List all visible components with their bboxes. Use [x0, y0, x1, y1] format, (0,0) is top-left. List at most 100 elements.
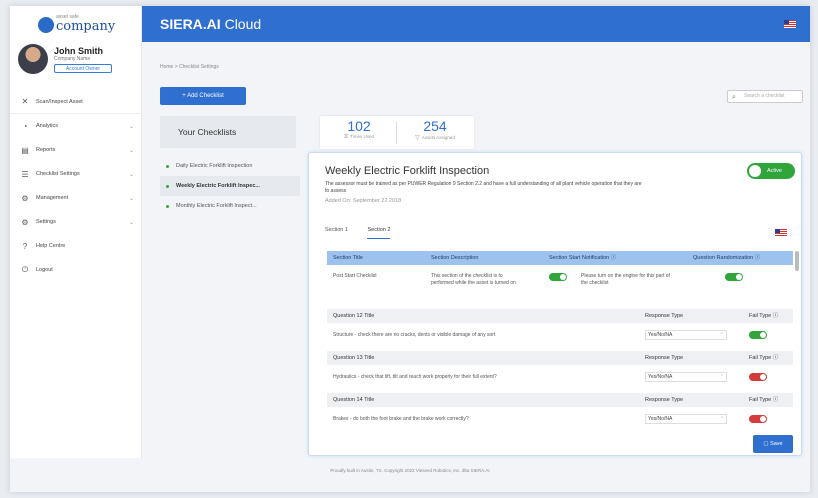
list-item[interactable]: Weekly Electric Forklift Inspec...: [160, 176, 300, 196]
chevron-icon: ⌃: [719, 332, 724, 338]
search-placeholder: Search a checklist: [744, 93, 785, 99]
account-owner-button[interactable]: Account Owner: [54, 64, 112, 73]
top-header: SIERA.AI Cloud: [142, 6, 810, 42]
checklist-description: The assessor must be trained as per PUWE…: [325, 181, 642, 194]
fail-type-toggle[interactable]: [749, 331, 767, 339]
table-row: Hydraulics - check that lift, tilt and r…: [327, 367, 793, 387]
section-title: Post Start Checklist: [333, 273, 377, 279]
gear-icon: ⚙: [21, 217, 29, 227]
company-logo: asset safe company: [38, 14, 118, 36]
tab-section-1[interactable]: Section 1: [325, 227, 348, 238]
column-header: Response Type: [645, 313, 684, 319]
stat-value: 254: [423, 118, 447, 134]
column-header: Section Description: [431, 255, 479, 261]
question-title: Question 12 Title: [333, 313, 375, 319]
section-description: This section of the checklist is to perf…: [431, 273, 516, 286]
question-header: Question 14 Title Response Type Fail Typ…: [327, 393, 793, 407]
chevron-down-icon: ⌄: [128, 195, 134, 202]
sidebar-item-label: Scan/Inspect Asset: [36, 98, 83, 105]
user-profile: John Smith Company Name Account Owner: [18, 44, 138, 84]
question-header: Question 12 Title Response Type Fail Typ…: [327, 309, 793, 323]
scrollbar[interactable]: [795, 251, 799, 271]
toggle-knob: [749, 165, 761, 177]
sidebar-item-checklist-settings[interactable]: ☰ Checklist Settings ⌄: [10, 162, 142, 186]
checklist-icon: ☰: [21, 169, 29, 179]
column-header: Fail Type ⓘ: [749, 313, 779, 319]
checklist-list: Daily Electric Forklift Inspection Weekl…: [160, 156, 300, 216]
table-row: Brakes - do both the foot brake and the …: [327, 409, 793, 429]
logout-icon: ⏻: [21, 265, 29, 274]
fail-type-toggle[interactable]: [749, 373, 767, 381]
column-header: Section Title: [333, 255, 363, 261]
user-company: Company Name: [54, 56, 91, 62]
response-type-select[interactable]: Yes/No/NA ⌃: [645, 330, 727, 340]
help-icon: ?: [22, 241, 28, 251]
divider: [396, 122, 397, 144]
question-header: Question 13 Title Response Type Fail Typ…: [327, 351, 793, 365]
chevron-icon: ⌃: [719, 374, 724, 380]
sidebar-nav: ✕ Scan/Inspect Asset ◔ Analytics ⌄ ▤ Reports…: [10, 90, 142, 282]
section-table-header: Section Title Section Description Sectio…: [327, 251, 793, 265]
active-toggle[interactable]: Active: [747, 163, 795, 179]
fail-type-toggle[interactable]: [749, 415, 767, 423]
reports-icon: ▤: [21, 145, 29, 155]
stat-value: 102: [347, 118, 371, 134]
notification-toggle[interactable]: [549, 273, 567, 281]
response-type-select[interactable]: Yes/No/NA ⌃: [645, 414, 727, 424]
us-flag-icon[interactable]: [784, 20, 796, 28]
checklist-title: Weekly Electric Forklift Inspection: [325, 165, 490, 177]
stats-panel: 102 ⧖ Times Used 254 ▽ Assets Assigned: [320, 116, 474, 149]
stat-label: Assets Assigned: [421, 135, 455, 140]
logo-mark-icon: [38, 17, 54, 33]
status-dot-icon: [166, 164, 169, 168]
stat-assets-assigned: 254 ▽ Assets Assigned: [400, 118, 470, 141]
question-text: Hydraulics - check that lift, tilt and r…: [333, 374, 497, 380]
chevron-down-icon: ⌄: [128, 219, 134, 226]
filter-icon: ▽: [415, 135, 420, 141]
chevron-down-icon: ⌄: [128, 171, 134, 178]
randomization-toggle[interactable]: [725, 273, 743, 281]
section-row: Post Start Checklist This section of the…: [327, 265, 793, 301]
sidebar-item-settings[interactable]: ⚙ Settings ⌄: [10, 210, 142, 234]
hourglass-icon: ⧖: [343, 134, 349, 140]
list-item[interactable]: Monthly Electric Forklift Inspect...: [160, 196, 300, 216]
scan-icon: ✕: [21, 97, 29, 106]
column-header: Fail Type ⓘ: [749, 355, 779, 361]
avatar[interactable]: [18, 44, 48, 74]
checklist-detail-card: Weekly Electric Forklift Inspection The …: [308, 152, 802, 456]
stat-label: Times Used: [350, 134, 375, 139]
sidebar-item-scan[interactable]: ✕ Scan/Inspect Asset: [10, 90, 142, 114]
sidebar-item-logout[interactable]: ⏻ Logout: [10, 258, 142, 282]
column-header: Response Type: [645, 355, 684, 361]
list-item[interactable]: Daily Electric Forklift Inspection: [160, 156, 300, 176]
sidebar-item-label: Help Centre: [36, 243, 66, 249]
app-brand: SIERA.AI Cloud: [160, 16, 262, 32]
column-header: Question Randomization ⓘ: [693, 255, 761, 261]
response-type-select[interactable]: Yes/No/NA ⌃: [645, 372, 727, 382]
sidebar-item-help[interactable]: ? Help Centre: [10, 234, 142, 258]
user-name: John Smith: [54, 46, 103, 56]
question-text: Structure - check there are no cracks, d…: [333, 332, 496, 338]
analytics-icon: ◔: [22, 121, 28, 131]
table-row: Structure - check there are no cracks, d…: [327, 325, 793, 345]
chevron-down-icon: ⌄: [128, 147, 134, 154]
sidebar-item-label: Settings: [36, 219, 56, 225]
your-checklists-heading: Your Checklists: [160, 116, 296, 148]
status-dot-icon: [166, 204, 169, 208]
management-icon: ⚙: [21, 193, 29, 203]
breadcrumb[interactable]: Home > Checklist Settings: [160, 64, 219, 70]
us-flag-icon[interactable]: [775, 229, 787, 237]
search-input[interactable]: ⌕ Search a checklist: [727, 90, 803, 103]
add-checklist-button[interactable]: + Add Checklist: [160, 87, 246, 105]
status-dot-icon: [166, 184, 169, 188]
sidebar-item-analytics[interactable]: ◔ Analytics ⌄: [10, 114, 142, 138]
tab-section-2[interactable]: Section 2: [367, 227, 391, 239]
save-button[interactable]: ▢ Save: [753, 435, 793, 453]
stat-times-used: 102 ⧖ Times Used: [324, 118, 394, 141]
added-on-date: Added On: September 22 2018: [325, 198, 402, 204]
logo-big-text: company: [56, 19, 116, 34]
app-frame: asset safe company John Smith Company Na…: [10, 6, 810, 492]
sidebar-item-label: Checklist Settings: [36, 171, 80, 177]
sidebar-item-management[interactable]: ⚙ Management ⌄: [10, 186, 142, 210]
sidebar-item-reports[interactable]: ▤ Reports ⌄: [10, 138, 142, 162]
